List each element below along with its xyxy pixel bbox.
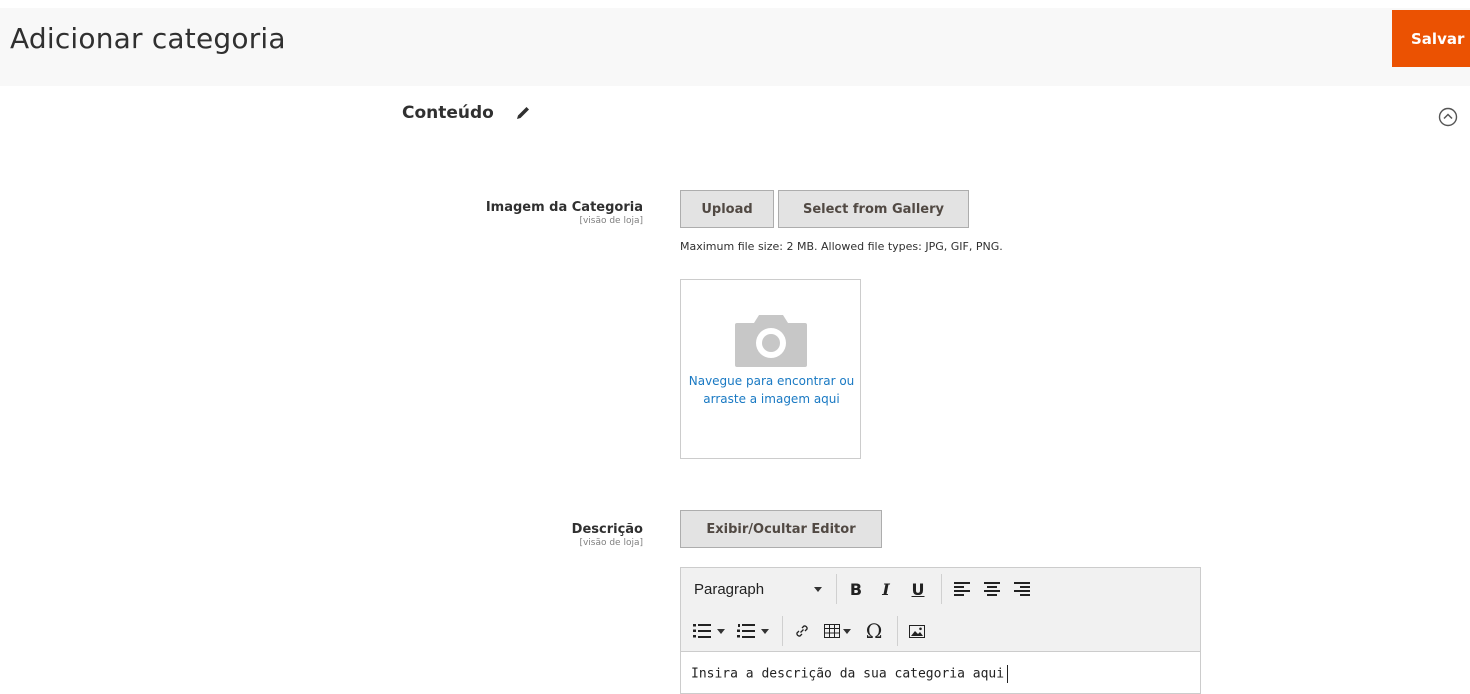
toolbar-divider [782, 616, 783, 646]
align-center-button[interactable] [978, 575, 1006, 603]
chevron-down-icon [717, 628, 725, 634]
select-from-gallery-button[interactable]: Select from Gallery [778, 190, 969, 228]
section-content-header[interactable]: Conteúdo [402, 103, 532, 123]
editor-content-text: Insira a descrição da sua categoria aqui [691, 666, 1005, 682]
category-image-label-text: Imagem da Categoria [485, 200, 643, 215]
pencil-icon [514, 104, 532, 122]
toolbar-row-1: Paragraph B I U [681, 568, 1038, 610]
toolbar-divider [836, 574, 837, 604]
chevron-down-icon [761, 628, 769, 634]
numbered-list-button[interactable] [732, 617, 774, 645]
italic-button[interactable]: I [871, 575, 901, 603]
category-image-scope: [visão de loja] [579, 216, 643, 226]
special-character-button[interactable]: Ω [859, 617, 889, 645]
toolbar-row-2: Ω [681, 610, 932, 652]
save-button[interactable]: Salvar [1392, 10, 1470, 67]
section-title: Conteúdo [402, 103, 494, 123]
chevron-down-icon [842, 628, 851, 634]
file-size-note: Maximum file size: 2 MB. Allowed file ty… [680, 240, 1003, 253]
page-header: Adicionar categoria [0, 8, 1470, 86]
chevron-up-circle-icon[interactable] [1437, 106, 1459, 128]
bold-button[interactable]: B [843, 575, 869, 603]
table-icon [823, 624, 840, 638]
image-icon [909, 624, 925, 638]
align-center-icon [984, 582, 1000, 596]
toolbar-divider [941, 574, 942, 604]
toolbar-divider [897, 616, 898, 646]
align-left-button[interactable] [948, 575, 976, 603]
dropzone-text[interactable]: Navegue para encontrar ou arraste a imag… [681, 372, 862, 408]
align-left-icon [954, 582, 970, 596]
insert-link-button[interactable] [789, 617, 815, 645]
page-title: Adicionar categoria [10, 22, 286, 55]
format-select-value: Paragraph [694, 580, 765, 598]
editor-toolbar: Paragraph B I U Ω [681, 568, 1200, 652]
underline-button[interactable]: U [903, 575, 933, 603]
insert-table-button[interactable] [817, 617, 857, 645]
align-right-button[interactable] [1008, 575, 1036, 603]
align-right-icon [1014, 582, 1030, 596]
image-dropzone[interactable]: Navegue para encontrar ou arraste a imag… [680, 279, 861, 459]
upload-button[interactable]: Upload [680, 190, 774, 228]
numbered-list-icon [737, 624, 755, 638]
text-cursor [1007, 665, 1009, 683]
description-label: Descrição [visão de loja] [572, 522, 643, 548]
chevron-down-icon [814, 586, 822, 592]
bullet-list-button[interactable] [688, 617, 730, 645]
description-scope: [visão de loja] [579, 538, 643, 548]
category-image-label: Imagem da Categoria [visão de loja] [486, 200, 643, 226]
description-label-text: Descrição [571, 522, 643, 537]
toggle-editor-button[interactable]: Exibir/Ocultar Editor [680, 510, 882, 548]
format-select[interactable]: Paragraph [688, 575, 828, 603]
wysiwyg-editor: Paragraph B I U Ω Insira a descrição da … [680, 567, 1201, 694]
camera-icon [733, 309, 809, 369]
bullet-list-icon [693, 624, 711, 638]
insert-image-button[interactable] [904, 617, 930, 645]
link-icon [796, 625, 808, 637]
editor-content-area[interactable]: Insira a descrição da sua categoria aqui [681, 652, 1200, 693]
